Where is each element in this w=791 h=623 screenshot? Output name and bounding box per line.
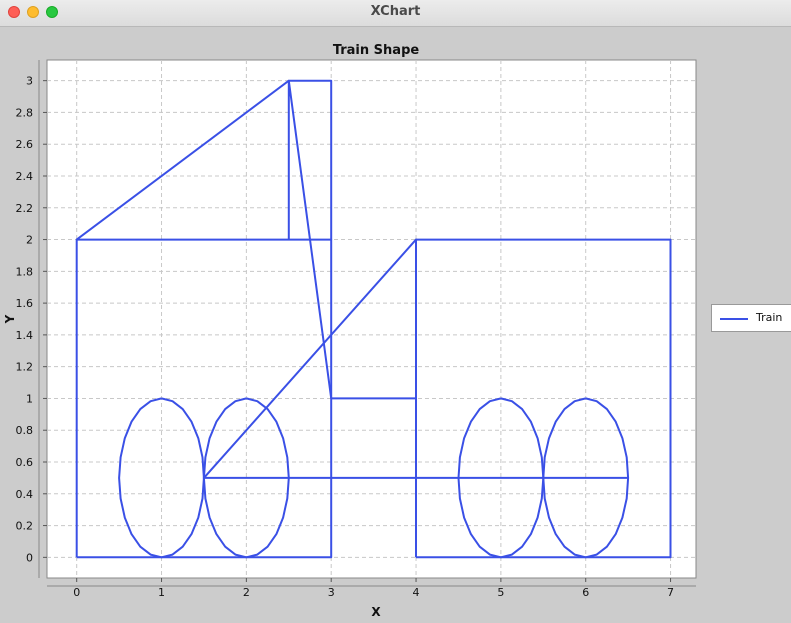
x-axis-label: X (371, 605, 381, 619)
x-tick-label-6: 6 (582, 586, 589, 599)
y-tick-label-3: 0.6 (16, 456, 34, 469)
y-tick-label-13: 2.6 (16, 138, 34, 151)
x-tick-label-3: 3 (328, 586, 335, 599)
y-tick-label-10: 2 (26, 234, 33, 247)
x-tick-label-2: 2 (243, 586, 250, 599)
chart-title: Train Shape (333, 43, 420, 58)
x-tick-label-0: 0 (73, 586, 80, 599)
y-tick-label-14: 2.8 (16, 106, 34, 119)
y-tick-label-11: 2.2 (16, 202, 34, 215)
xchart-window: XChart Train Shape 0 1 2 3 4 5 6 7 0 0.2 0.4 0.6 0.8… (0, 0, 791, 623)
y-tick-label-6: 1.2 (16, 361, 34, 374)
y-tick-label-2: 0.4 (16, 488, 34, 501)
chart-canvas: Train Shape 0 1 2 3 4 5 6 7 0 0.2 0.4 0.6 0.8 1 1.2 1.4… (3, 43, 697, 619)
x-tick-label-4: 4 (413, 586, 420, 599)
y-tick-label-7: 1.4 (16, 329, 34, 342)
legend-label-train: Train (756, 311, 783, 324)
y-tick-label-12: 2.4 (16, 170, 34, 183)
y-axis-label: Y (3, 314, 17, 324)
y-tick-label-9: 1.8 (16, 265, 34, 278)
y-tick-label-4: 0.8 (16, 424, 34, 437)
y-tick-label-8: 1.6 (16, 297, 34, 310)
legend-swatch-train (720, 318, 748, 320)
y-tick-label-15: 3 (26, 75, 33, 88)
legend: Train (711, 304, 791, 332)
x-tick-label-5: 5 (497, 586, 504, 599)
x-tick-label-7: 7 (667, 586, 674, 599)
y-tick-label-1: 0.2 (16, 520, 34, 533)
y-tick-label-0: 0 (26, 551, 33, 564)
plot-area (46, 59, 697, 579)
y-tick-label-5: 1 (26, 392, 33, 405)
x-tick-label-1: 1 (158, 586, 165, 599)
